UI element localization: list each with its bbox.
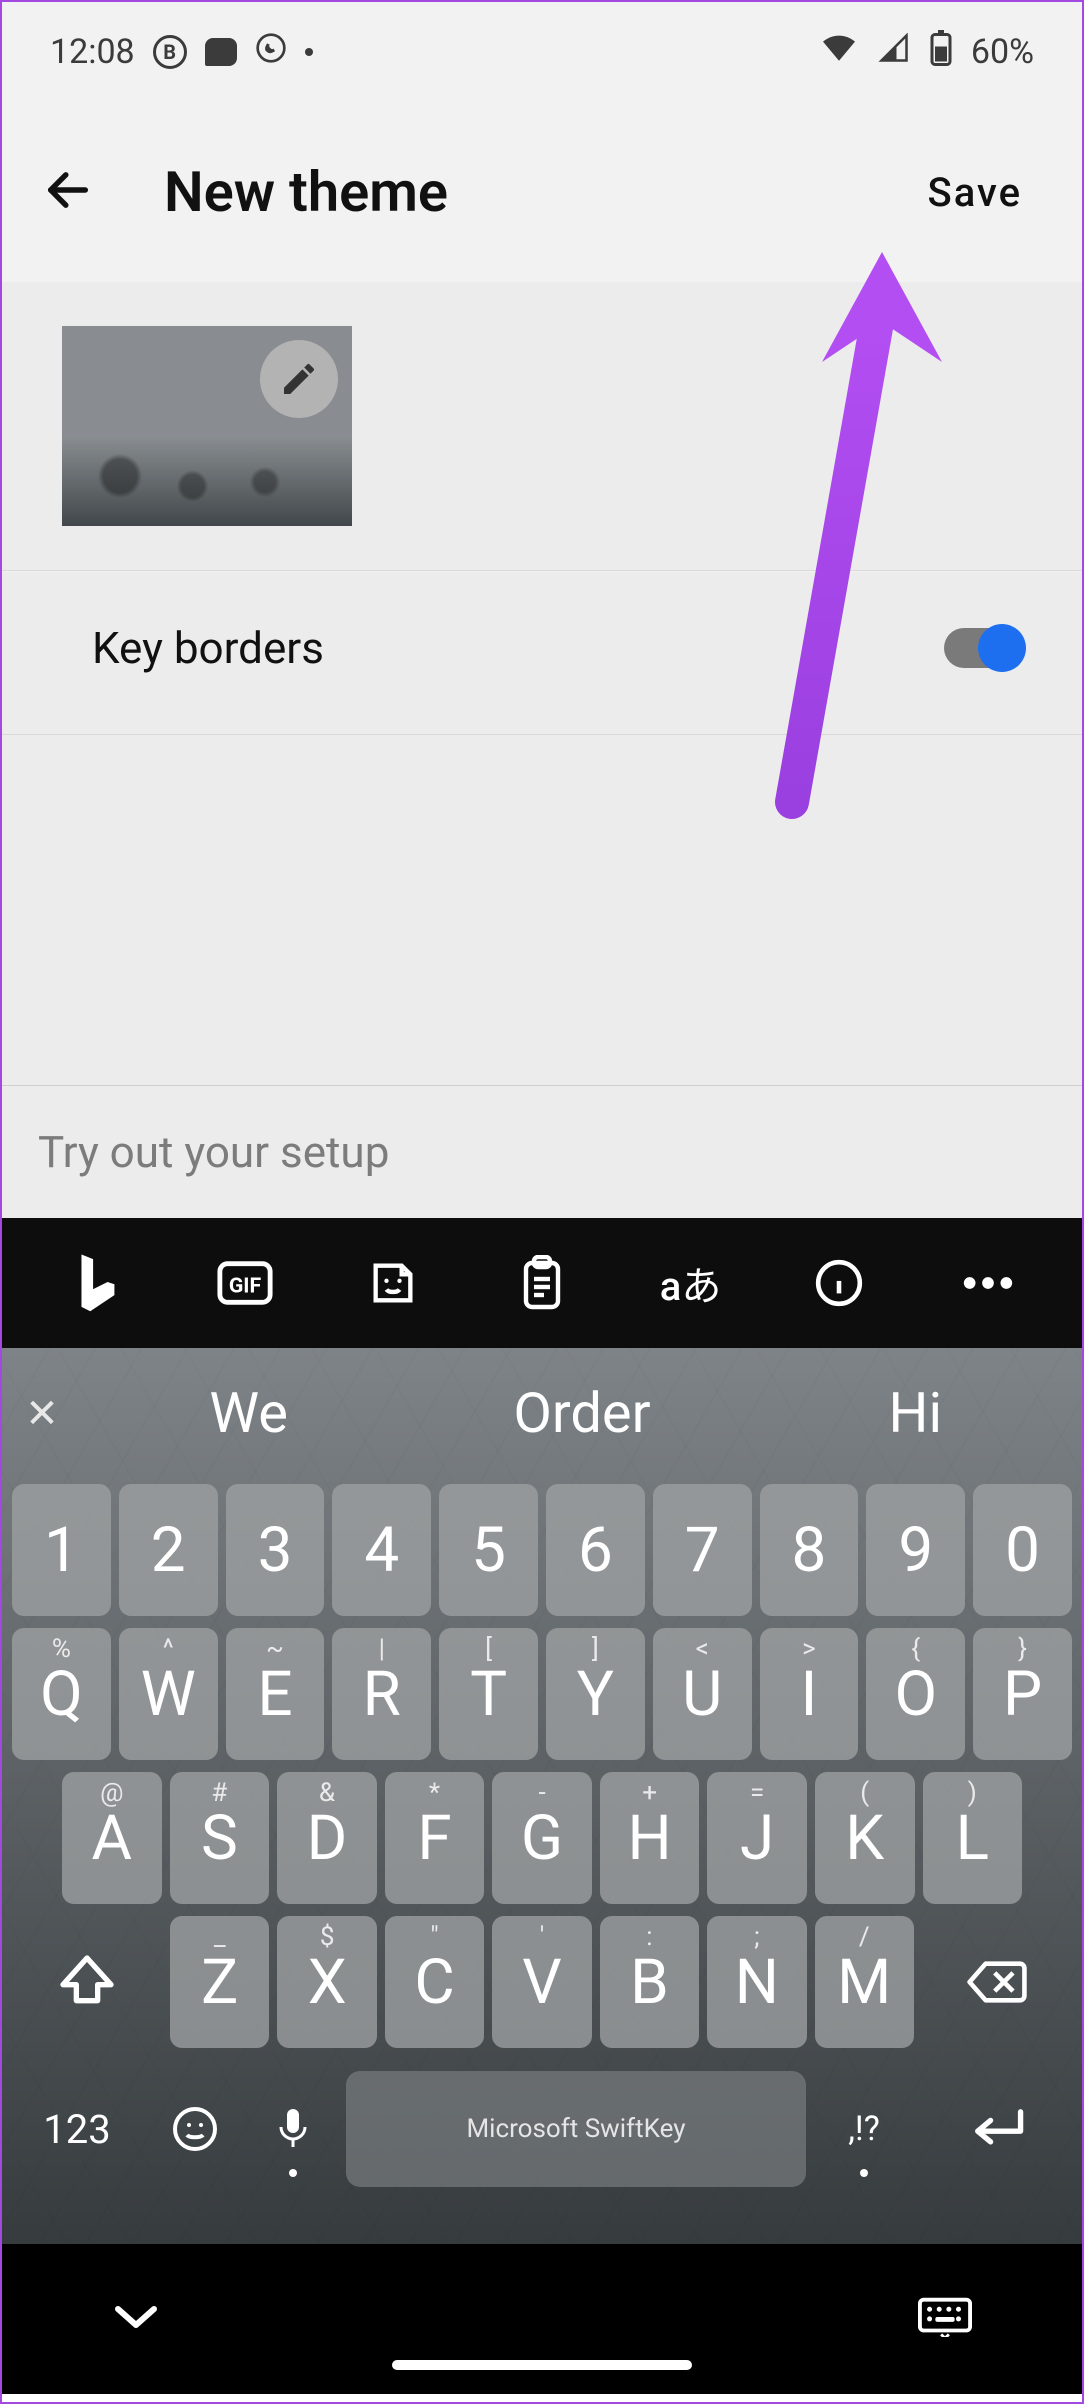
nav-home-indicator[interactable] xyxy=(392,2360,692,2370)
nav-keyboard-switch-icon[interactable] xyxy=(918,2297,972,2341)
close-suggestions-button[interactable]: ✕ xyxy=(2,1390,82,1437)
keyboard: ✕ We Order Hi 1 2 3 4 5 6 7 8 9 0 %Q ^W … xyxy=(2,1348,1082,2244)
try-input[interactable]: Try out your setup xyxy=(2,1085,1082,1218)
nav-collapse-icon[interactable] xyxy=(112,2302,160,2336)
key-3[interactable]: 3 xyxy=(226,1484,325,1616)
key-2[interactable]: 2 xyxy=(119,1484,218,1616)
key-8[interactable]: 8 xyxy=(760,1484,859,1616)
key-emoji[interactable] xyxy=(150,2063,240,2195)
theme-thumbnail-row xyxy=(2,282,1082,571)
status-wifi-icon xyxy=(819,32,859,73)
bing-icon[interactable] xyxy=(41,1243,151,1323)
key-borders-row[interactable]: Key borders xyxy=(2,571,1082,735)
keyboard-toolbar: GIF aあ xyxy=(2,1218,1082,1348)
key-c[interactable]: "C xyxy=(385,1916,484,2048)
key-x[interactable]: $X xyxy=(277,1916,376,2048)
app-bar: New theme Save xyxy=(2,102,1082,282)
status-signal-icon xyxy=(877,32,911,72)
system-nav-bar xyxy=(2,2244,1082,2394)
gif-icon[interactable]: GIF xyxy=(190,1243,300,1323)
key-y[interactable]: ]Y xyxy=(546,1628,645,1760)
key-mic[interactable] xyxy=(248,2063,338,2195)
translate-icon[interactable]: aあ xyxy=(636,1243,746,1323)
page-title: New theme xyxy=(164,159,927,225)
key-6[interactable]: 6 xyxy=(546,1484,645,1616)
key-u[interactable]: <U xyxy=(653,1628,752,1760)
key-q[interactable]: %Q xyxy=(12,1628,111,1760)
key-w[interactable]: ^W xyxy=(119,1628,218,1760)
more-icon[interactable] xyxy=(933,1243,1043,1323)
key-p[interactable]: }P xyxy=(973,1628,1072,1760)
status-dot-icon xyxy=(305,48,313,56)
back-button[interactable] xyxy=(42,164,94,220)
key-h[interactable]: +H xyxy=(600,1772,700,1904)
key-s[interactable]: #S xyxy=(170,1772,270,1904)
key-g[interactable]: -G xyxy=(492,1772,592,1904)
key-e[interactable]: ~E xyxy=(226,1628,325,1760)
key-v[interactable]: 'V xyxy=(492,1916,591,2048)
edit-theme-button[interactable] xyxy=(260,340,338,418)
key-punctuation[interactable]: ,!? xyxy=(814,2063,914,2195)
key-j[interactable]: =J xyxy=(707,1772,807,1904)
status-battery-pct: 60% xyxy=(971,32,1034,72)
suggestion-3[interactable]: Hi xyxy=(749,1380,1082,1446)
key-backspace[interactable] xyxy=(922,1916,1072,2048)
key-space[interactable]: Microsoft SwiftKey xyxy=(346,2071,806,2187)
key-f[interactable]: *F xyxy=(385,1772,485,1904)
key-z[interactable]: _Z xyxy=(170,1916,269,2048)
save-button[interactable]: Save xyxy=(927,169,1022,216)
status-whatsapp-icon xyxy=(255,32,287,73)
key-k[interactable]: (K xyxy=(815,1772,915,1904)
key-7[interactable]: 7 xyxy=(653,1484,752,1616)
suggestion-2[interactable]: Order xyxy=(415,1380,748,1446)
key-m[interactable]: /M xyxy=(815,1916,914,2048)
status-time: 12:08 xyxy=(50,32,135,72)
key-l[interactable]: )L xyxy=(923,1772,1023,1904)
clipboard-icon[interactable] xyxy=(487,1243,597,1323)
key-a[interactable]: @A xyxy=(62,1772,162,1904)
key-t[interactable]: [T xyxy=(439,1628,538,1760)
key-4[interactable]: 4 xyxy=(332,1484,431,1616)
suggestion-bar: ✕ We Order Hi xyxy=(2,1348,1082,1478)
key-r[interactable]: |R xyxy=(332,1628,431,1760)
sticker-icon[interactable] xyxy=(338,1243,448,1323)
key-o[interactable]: {O xyxy=(866,1628,965,1760)
status-bar: 12:08 B 60% xyxy=(2,2,1082,102)
key-5[interactable]: 5 xyxy=(439,1484,538,1616)
content: Key borders Try out your setup xyxy=(2,282,1082,1218)
key-9[interactable]: 9 xyxy=(866,1484,965,1616)
status-b-icon: B xyxy=(153,35,187,69)
key-n[interactable]: ;N xyxy=(707,1916,806,2048)
key-0[interactable]: 0 xyxy=(973,1484,1072,1616)
key-borders-toggle[interactable] xyxy=(944,628,1022,668)
key-i[interactable]: >I xyxy=(760,1628,859,1760)
theme-thumbnail[interactable] xyxy=(62,326,352,526)
suggestion-1[interactable]: We xyxy=(82,1380,415,1446)
key-1[interactable]: 1 xyxy=(12,1484,111,1616)
key-shift[interactable] xyxy=(12,1916,162,2048)
key-b[interactable]: :B xyxy=(600,1916,699,2048)
key-borders-label: Key borders xyxy=(92,622,324,674)
svg-text:GIF: GIF xyxy=(229,1274,262,1299)
status-chat-icon xyxy=(205,38,237,66)
key-numbers[interactable]: 123 xyxy=(12,2063,142,2195)
key-d[interactable]: &D xyxy=(277,1772,377,1904)
status-battery-icon xyxy=(929,30,953,75)
info-icon[interactable] xyxy=(784,1243,894,1323)
key-enter[interactable] xyxy=(922,2063,1072,2195)
